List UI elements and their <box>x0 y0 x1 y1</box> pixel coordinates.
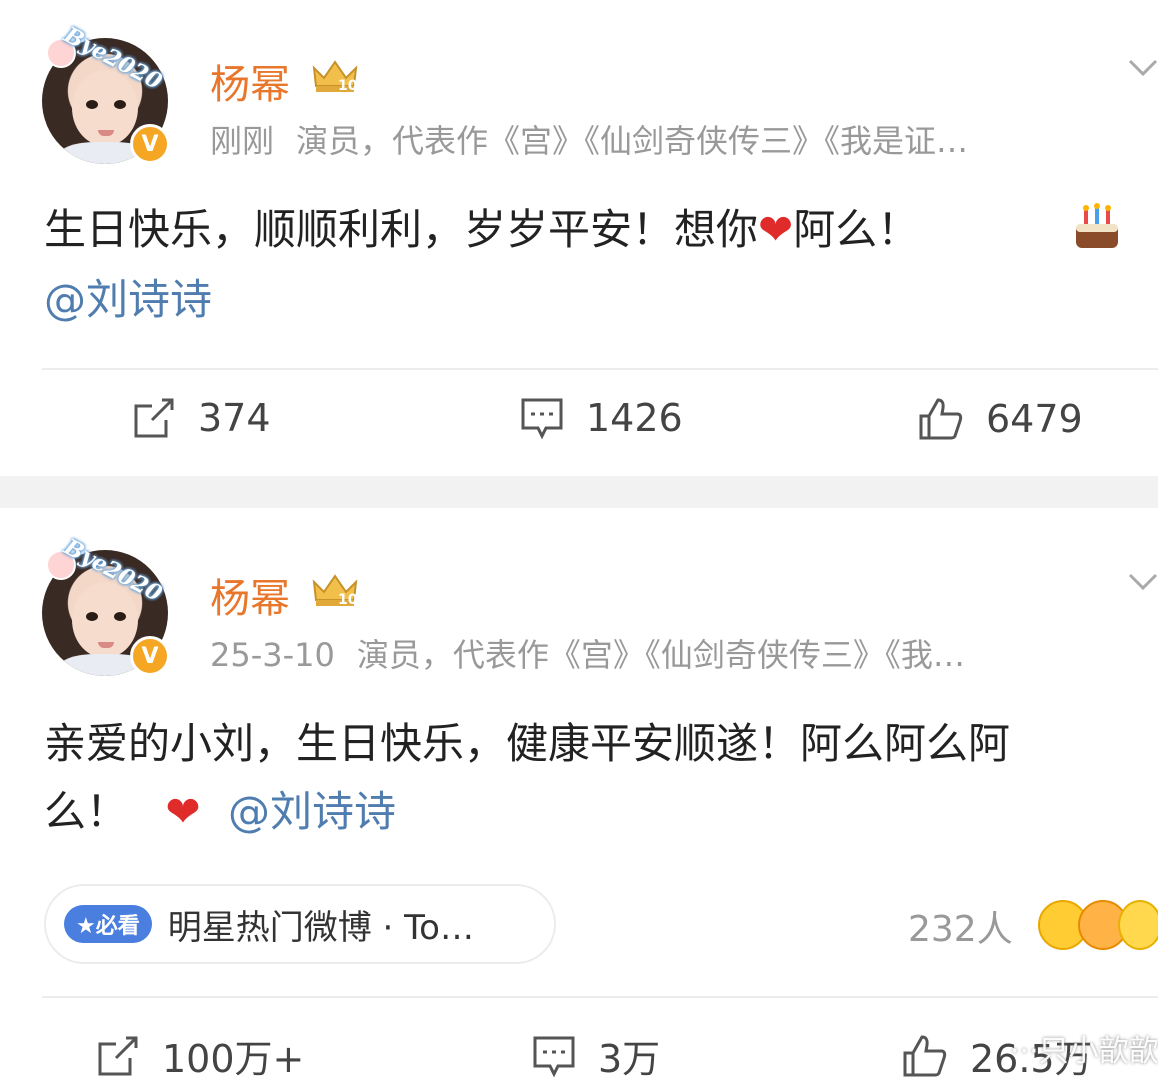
repost-button[interactable]: 374 <box>132 396 271 440</box>
mention-link[interactable]: @刘诗诗 <box>228 787 396 836</box>
heart-emoji: ❤ <box>165 787 201 836</box>
weibo-post-2: Bye2020 V 杨幂 10 25-3-10 演员，代表作《宫》《仙剑奇侠传三》… <box>0 508 1158 1081</box>
watermark-text: ···只小歆歆 <box>1010 1034 1158 1069</box>
crown-icon[interactable]: 10 <box>308 56 362 96</box>
author-avatar[interactable]: Bye2020 V <box>42 534 170 678</box>
reaction-count[interactable]: 232人 <box>908 900 1013 952</box>
author-avatar[interactable]: Bye2020 V <box>42 22 170 166</box>
verified-badge: V <box>130 636 170 676</box>
heart-emoji: ❤ <box>758 205 794 254</box>
author-name[interactable]: 杨幂 <box>210 52 290 110</box>
topic-text: 明星热门微博 · To… <box>167 907 474 948</box>
like-count: 6479 <box>986 397 1083 441</box>
comment-count: 3万 <box>598 1037 661 1081</box>
post-text-line2: 么！ ❤ @刘诗诗 <box>44 778 1144 846</box>
post-text-tail: 么！ <box>44 787 129 836</box>
post-text-main: 生日快乐，顺顺利利，岁岁平安！想你 <box>44 205 759 254</box>
comment-button[interactable]: 1426 <box>520 396 683 440</box>
divider <box>42 996 1158 998</box>
comment-button[interactable]: 3万 <box>532 1028 660 1083</box>
post-text-tail: 阿么！ <box>793 205 920 254</box>
svg-text:10: 10 <box>338 592 358 608</box>
mention-link[interactable]: @刘诗诗 <box>44 266 1144 334</box>
must-see-badge: ★必看 <box>64 905 152 943</box>
post-time: 刚刚 <box>210 122 275 160</box>
post-meta: 25-3-10 演员，代表作《宫》《仙剑奇侠传三》《我… <box>210 630 965 676</box>
divider <box>42 368 1158 370</box>
repost-button[interactable]: 100万+ <box>96 1028 304 1083</box>
comment-icon <box>533 1036 575 1077</box>
like-icon <box>903 1034 947 1076</box>
comment-count: 1426 <box>586 396 683 440</box>
chevron-down-icon[interactable] <box>1128 58 1158 78</box>
repost-count: 100万+ <box>162 1037 305 1081</box>
repost-icon <box>134 398 174 438</box>
repost-count: 374 <box>198 396 271 440</box>
author-name[interactable]: 杨幂 <box>210 566 290 624</box>
post-text-line1: 亲爱的小刘，生日快乐，健康平安顺遂！阿么阿么阿 <box>44 719 1011 768</box>
author-bio: 演员，代表作《宫》《仙剑奇侠传三》《我是证… <box>296 122 969 160</box>
svg-text:10: 10 <box>338 78 358 94</box>
weibo-post-1: Bye2020 V 杨幂 10 刚刚 演员，代表作《宫》《仙剑奇侠传三》《我是证…… <box>0 0 1158 476</box>
feed-separator <box>0 476 1158 508</box>
chevron-down-icon[interactable] <box>1128 572 1158 592</box>
like-icon <box>919 398 963 440</box>
crown-icon[interactable]: 10 <box>308 570 362 610</box>
like-button[interactable]: 6479 <box>918 396 1083 442</box>
verified-badge: V <box>130 124 170 164</box>
post-meta: 刚刚 演员，代表作《宫》《仙剑奇侠传三》《我是证… <box>210 116 968 162</box>
cake-emoji <box>1076 203 1118 248</box>
post-time: 25-3-10 <box>210 636 335 674</box>
repost-icon <box>98 1036 138 1075</box>
comment-icon <box>521 398 563 440</box>
topic-chip[interactable]: ★必看 明星热门微博 · To… <box>44 884 556 964</box>
author-bio: 演员，代表作《宫》《仙剑奇侠传三》《我… <box>356 636 965 674</box>
shocked-emoji-icon <box>1118 900 1158 950</box>
post-text: 生日快乐，顺顺利利，岁岁平安！想你❤阿么！ <box>44 196 1144 264</box>
